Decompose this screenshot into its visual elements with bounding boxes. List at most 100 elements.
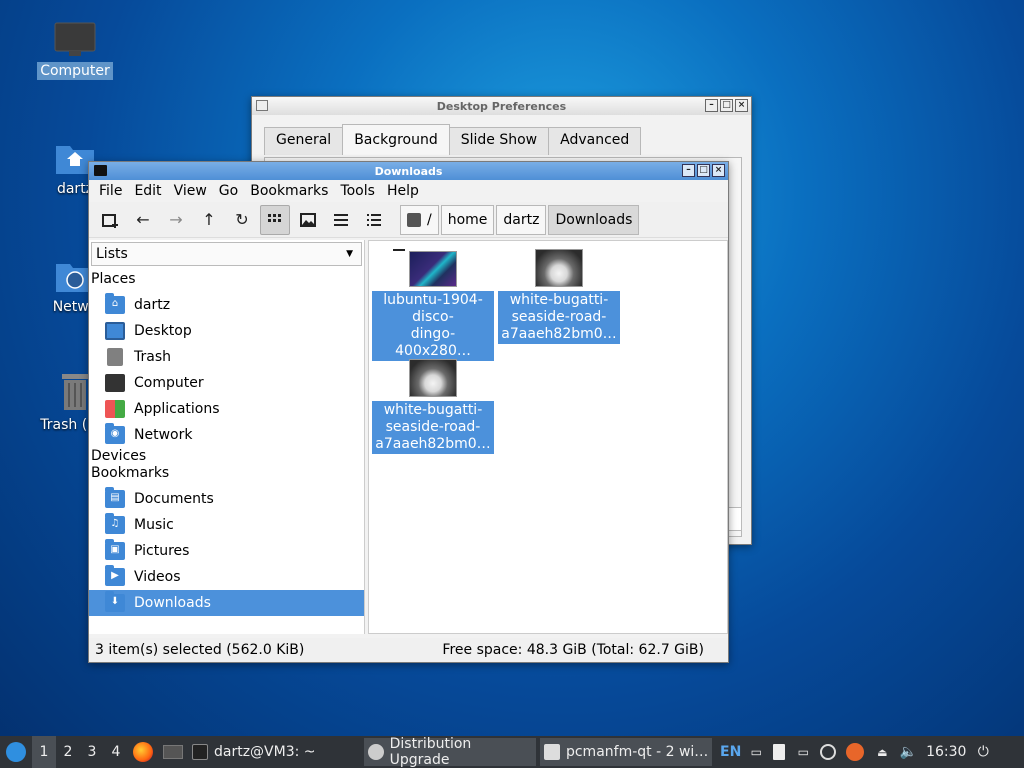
task-label: dartz@VM3: ~	[214, 744, 316, 760]
minimize-button[interactable]: –	[705, 99, 718, 112]
sidebar-item-dartz[interactable]: ⌂ dartz	[89, 292, 364, 318]
task-terminal[interactable]: dartz@VM3: ~	[188, 738, 360, 766]
minimize-button[interactable]: –	[682, 164, 695, 177]
file-name-line: seaside-road-	[511, 309, 607, 325]
side-pane-mode-select[interactable]: Lists ▼	[91, 242, 362, 266]
close-button[interactable]: ×	[735, 99, 748, 112]
close-button[interactable]: ×	[712, 164, 725, 177]
titlebar[interactable]: Desktop Preferences – □ ×	[252, 97, 751, 115]
pictures-folder-icon: ▣	[105, 539, 125, 560]
detailed-list-view-icon[interactable]	[359, 205, 389, 235]
show-desktop-launcher[interactable]	[158, 736, 188, 768]
compact-view-icon[interactable]	[326, 205, 356, 235]
file-name-line: dingo-400x280…	[395, 326, 471, 359]
sidebar-item-desktop[interactable]: Desktop	[89, 318, 364, 344]
up-icon[interactable]: ↑	[194, 205, 224, 235]
icon-view-icon[interactable]	[260, 204, 290, 235]
sidebar-item-pictures[interactable]: ▣ Pictures	[89, 538, 364, 564]
file-name: white-bugatti- seaside-road- a7aaeh82bm0…	[498, 291, 620, 344]
power-icon[interactable]: ⏻	[971, 736, 995, 768]
status-bar: 3 item(s) selected (562.0 KiB) Free spac…	[89, 638, 728, 662]
task-pcmanfm[interactable]: pcmanfm-qt - 2 wi…	[540, 738, 712, 766]
terminal-icon	[192, 744, 208, 760]
tab-general[interactable]: General	[264, 127, 344, 155]
start-menu-button[interactable]	[0, 736, 32, 768]
sidebar-item-music[interactable]: ♫ Music	[89, 512, 364, 538]
menu-go[interactable]: Go	[213, 183, 244, 199]
task-label: pcmanfm-qt - 2 wi…	[565, 744, 708, 760]
file-name: lubuntu-1904- disco- dingo-400x280…	[372, 291, 494, 361]
sidebar-item-videos[interactable]: ▶ Videos	[89, 564, 364, 590]
workspace-1[interactable]: 1	[32, 736, 56, 768]
path-segment-downloads[interactable]: Downloads	[548, 204, 640, 235]
reload-icon[interactable]: ↻	[227, 205, 257, 235]
network-tray-icon[interactable]: ▭	[745, 736, 767, 768]
upgrade-icon	[368, 744, 384, 760]
desktop-icon	[105, 322, 125, 340]
keyboard-layout-indicator[interactable]: EN	[716, 736, 745, 768]
trash-icon	[107, 348, 123, 366]
path-root-button[interactable]: /	[400, 204, 439, 235]
drive-icon	[407, 212, 421, 227]
menu-view[interactable]: View	[168, 183, 213, 199]
new-tab-icon[interactable]	[95, 205, 125, 235]
path-segment-home[interactable]: home	[440, 204, 495, 235]
menu-bookmarks[interactable]: Bookmarks	[244, 183, 334, 199]
file-manager-window: Downloads – □ × File Edit View Go Bookma…	[88, 161, 729, 663]
eject-tray-icon[interactable]: ⏏	[869, 736, 895, 768]
menu-help[interactable]: Help	[381, 183, 425, 199]
display-tray-icon[interactable]: ▭	[791, 736, 815, 768]
workspace-2[interactable]: 2	[56, 736, 80, 768]
tab-advanced[interactable]: Advanced	[548, 127, 642, 155]
titlebar[interactable]: Downloads – □ ×	[89, 162, 728, 180]
menu-tools[interactable]: Tools	[334, 183, 381, 199]
file-view[interactable]: lubuntu-1904- disco- dingo-400x280… whit…	[368, 240, 728, 634]
upgrade-notifier-icon[interactable]	[841, 736, 869, 768]
clock[interactable]: 16:30	[921, 736, 971, 768]
menu-file[interactable]: File	[93, 183, 128, 199]
task-distribution-upgrade[interactable]: Distribution Upgrade	[364, 736, 536, 768]
music-folder-icon: ♫	[105, 513, 125, 534]
sidebar-item-label: Computer	[134, 375, 204, 391]
file-item[interactable]: lubuntu-1904- disco- dingo-400x280…	[372, 251, 494, 361]
menu-edit[interactable]: Edit	[128, 183, 167, 199]
sidebar-item-trash[interactable]: Trash	[89, 344, 364, 370]
workspace-3[interactable]: 3	[80, 736, 104, 768]
sidebar-item-downloads[interactable]: ⬇ Downloads	[89, 590, 364, 616]
selection-status: 3 item(s) selected (562.0 KiB)	[95, 642, 305, 658]
back-icon[interactable]: ←	[128, 205, 158, 235]
desktop-icon-computer[interactable]: Computer	[35, 22, 115, 80]
sidebar-item-label: Trash	[134, 349, 171, 365]
side-pane: Lists ▼ Places ⌂ dartz Desktop Trash Com…	[89, 240, 365, 634]
update-tray-icon[interactable]	[815, 736, 841, 768]
sidebar-item-computer[interactable]: Computer	[89, 370, 364, 396]
firefox-launcher[interactable]	[128, 736, 158, 768]
file-name-line: lubuntu-1904-	[383, 292, 483, 308]
path-segment-dartz[interactable]: dartz	[496, 204, 547, 235]
thumbnail-view-icon[interactable]	[293, 205, 323, 235]
window-icon	[544, 744, 560, 760]
maximize-button[interactable]: □	[720, 99, 733, 112]
computer-icon	[105, 374, 125, 392]
file-item[interactable]: white-bugatti- seaside-road- a7aaeh82bm0…	[372, 359, 494, 454]
sidebar-item-applications[interactable]: Applications	[89, 396, 364, 422]
applications-icon	[105, 400, 125, 418]
sidebar-item-label: Network	[134, 427, 193, 443]
sidebar-item-label: Videos	[134, 569, 181, 585]
sidebar-item-label: Music	[134, 517, 174, 533]
image-thumbnail	[535, 249, 583, 287]
chevron-down-icon: ▼	[346, 249, 353, 259]
tab-background[interactable]: Background	[342, 124, 450, 155]
file-item[interactable]: white-bugatti- seaside-road- a7aaeh82bm0…	[498, 249, 620, 344]
volume-icon[interactable]: 🔈	[895, 736, 921, 768]
workspace-4[interactable]: 4	[104, 736, 128, 768]
toolbar: ← → ↑ ↻ / home dartz Downloads	[89, 202, 728, 238]
maximize-button[interactable]: □	[697, 164, 710, 177]
tab-slide-show[interactable]: Slide Show	[448, 127, 550, 155]
clipboard-tray-icon[interactable]	[767, 736, 791, 768]
sidebar-item-label: Downloads	[134, 595, 211, 611]
sidebar-item-documents[interactable]: ▤ Documents	[89, 486, 364, 512]
forward-icon[interactable]: →	[161, 205, 191, 235]
documents-folder-icon: ▤	[105, 487, 125, 508]
sidebar-item-network[interactable]: ◉ Network	[89, 422, 364, 448]
